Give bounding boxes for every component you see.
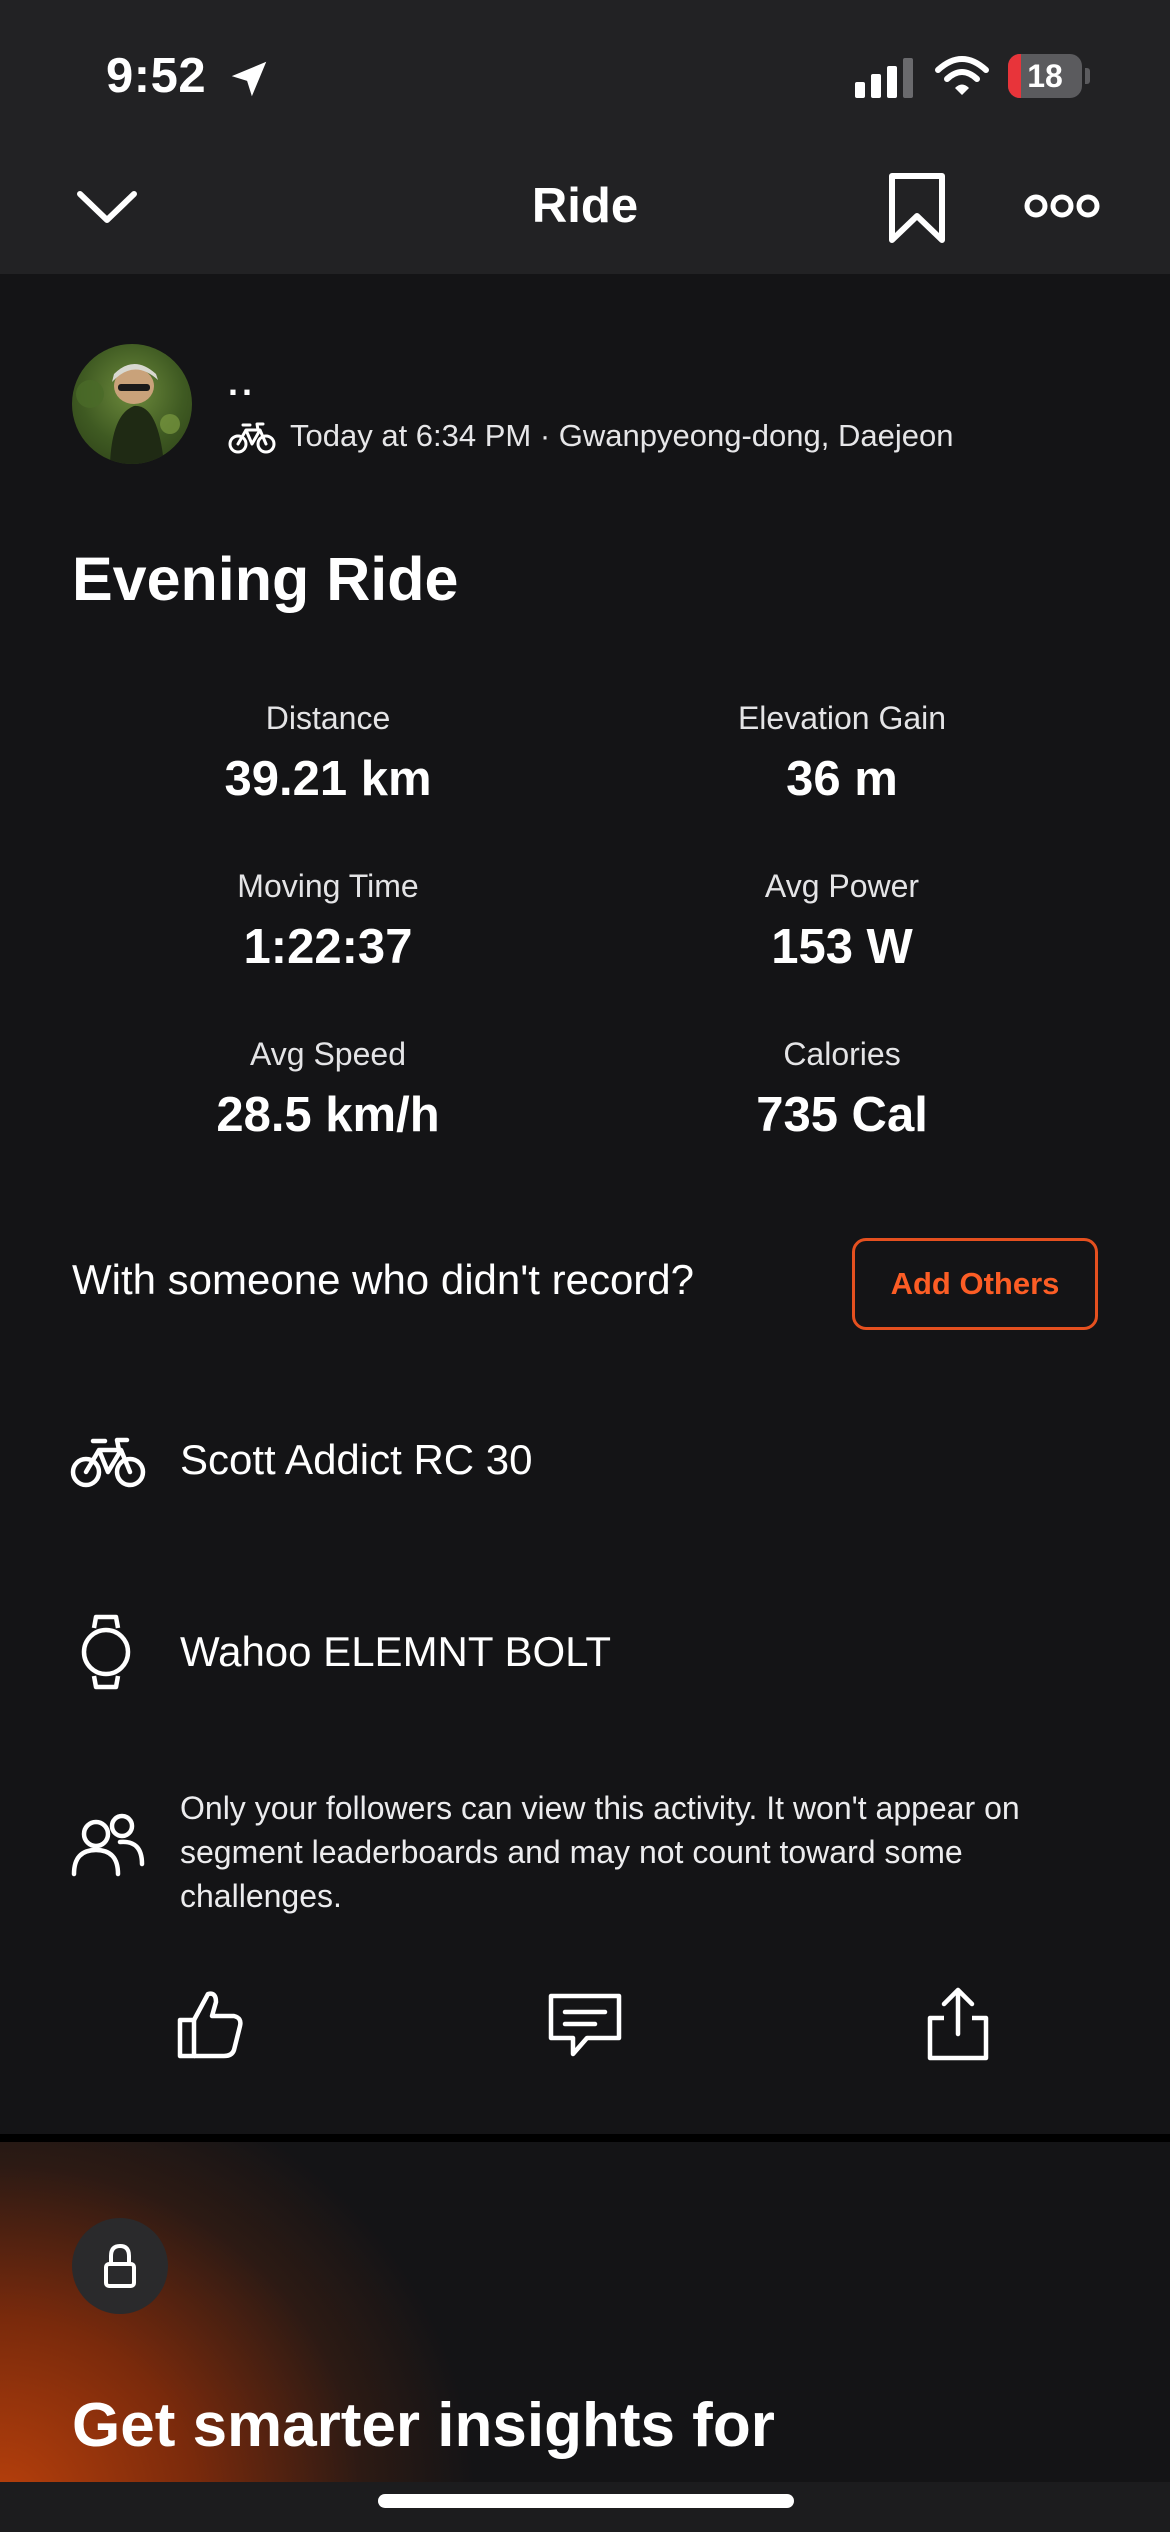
privacy-notice: Only your followers can view this activi… xyxy=(180,1790,1020,1914)
lock-badge xyxy=(72,2218,168,2314)
wifi-icon xyxy=(935,56,989,95)
battery-level-text: 18 xyxy=(1027,58,1063,94)
stat-label: Avg Speed xyxy=(250,1036,406,1072)
bike-name[interactable]: Scott Addict RC 30 xyxy=(180,1436,533,1484)
stat-moving-time: Moving Time 1:22:37 xyxy=(118,868,538,975)
add-others-button[interactable]: Add Others xyxy=(852,1238,1098,1330)
avatar[interactable] xyxy=(72,344,192,464)
bookmark-icon[interactable] xyxy=(886,172,948,244)
stat-value: 28.5 km/h xyxy=(216,1088,440,1142)
with-others-question: With someone who didn't record? xyxy=(72,1256,695,1303)
stat-value: 36 m xyxy=(786,752,898,806)
stat-label: Moving Time xyxy=(237,868,419,904)
battery-indicator: 18 xyxy=(1008,54,1090,98)
status-time: 9:52 xyxy=(106,49,207,103)
athlete-name[interactable]: .. xyxy=(228,362,256,404)
stat-value: 153 W xyxy=(771,920,913,974)
stat-calories: Calories 735 Cal xyxy=(632,1036,1052,1143)
home-indicator[interactable] xyxy=(378,2494,794,2508)
nav-title: Ride xyxy=(531,179,639,233)
location-arrow-icon xyxy=(231,61,267,97)
stat-value: 735 Cal xyxy=(756,1088,928,1142)
stat-avg-speed: Avg Speed 28.5 km/h xyxy=(118,1036,538,1143)
lock-icon xyxy=(104,2243,136,2288)
stat-value: 39.21 km xyxy=(224,752,432,806)
top-bar: 9:52 18 Ride xyxy=(0,0,1170,274)
device-name[interactable]: Wahoo ELEMNT BOLT xyxy=(180,1628,611,1676)
stat-label: Avg Power xyxy=(764,868,920,904)
bike-icon xyxy=(70,1437,146,1488)
avatar-image xyxy=(76,364,180,464)
watch-icon xyxy=(81,1614,131,1690)
thumbs-up-icon[interactable] xyxy=(170,1984,250,2064)
promo-title: Get smarter insights for xyxy=(72,2391,775,2460)
people-icon xyxy=(71,1813,145,1877)
activity-detail-screen: 9:52 18 Ride .. Today at 6:34 PM · Gwanp… xyxy=(0,0,1170,2532)
battery-tip xyxy=(1085,68,1090,84)
share-icon[interactable] xyxy=(918,1984,998,2064)
stat-label: Calories xyxy=(783,1036,901,1072)
section-divider xyxy=(0,2134,1170,2142)
stat-value: 1:22:37 xyxy=(243,920,413,974)
cellular-signal-icon xyxy=(855,58,913,98)
comment-icon[interactable] xyxy=(545,1984,625,2064)
stat-label: Distance xyxy=(265,700,391,736)
stat-avg-power: Avg Power 153 W xyxy=(632,868,1052,975)
stat-elevation-gain: Elevation Gain 36 m xyxy=(632,700,1052,807)
bike-icon xyxy=(228,422,276,454)
activity-meta: Today at 6:34 PM · Gwanpyeong-dong, Daej… xyxy=(290,418,954,453)
stat-label: Elevation Gain xyxy=(737,700,947,736)
activity-title: Evening Ride xyxy=(72,545,459,613)
stat-distance: Distance 39.21 km xyxy=(118,700,538,807)
battery-body: 18 xyxy=(1008,54,1082,98)
more-icon[interactable] xyxy=(1024,188,1100,224)
